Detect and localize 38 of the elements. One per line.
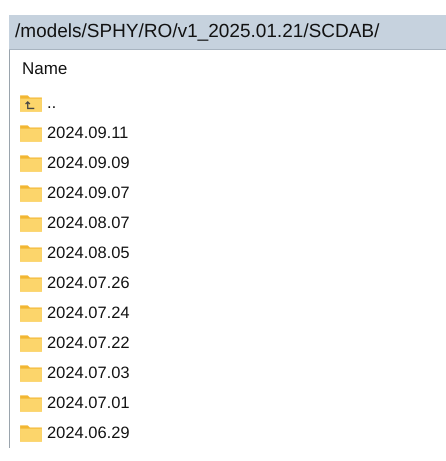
- folder-row[interactable]: 2024.06.29: [16, 418, 446, 448]
- folder-name: 2024.08.07: [47, 214, 130, 232]
- folder-icon: [19, 393, 43, 413]
- folder-row[interactable]: 2024.09.07: [16, 178, 446, 208]
- folder-icon: [19, 273, 43, 293]
- folder-icon: [19, 423, 43, 443]
- column-header[interactable]: Name: [16, 59, 68, 79]
- folder-name: 2024.07.22: [47, 334, 130, 352]
- folder-name: 2024.06.29: [47, 424, 130, 442]
- folder-icon: [19, 123, 43, 143]
- folder-name: 2024.09.11: [47, 124, 128, 142]
- folder-icon: [19, 243, 43, 263]
- folder-row[interactable]: 2024.07.22: [16, 328, 446, 358]
- folder-icon: [19, 153, 43, 173]
- folder-name: 2024.09.09: [47, 154, 130, 172]
- folder-name: 2024.07.24: [47, 304, 130, 322]
- folder-name: 2024.08.05: [47, 244, 130, 262]
- folder-row[interactable]: 2024.07.26: [16, 268, 446, 298]
- folder-name: 2024.09.07: [47, 184, 130, 202]
- folder-icon: [19, 363, 43, 383]
- folder-row[interactable]: 2024.07.03: [16, 358, 446, 388]
- folder-row[interactable]: 2024.09.11: [16, 118, 446, 148]
- folder-icon: [19, 183, 43, 203]
- folder-row[interactable]: 2024.07.24: [16, 298, 446, 328]
- parent-folder-icon: [19, 93, 43, 113]
- folder-row[interactable]: 2024.08.07: [16, 208, 446, 238]
- path-bar: /models/SPHY/RO/v1_2025.01.21/SCDAB/: [9, 15, 446, 50]
- folder-name: 2024.07.26: [47, 274, 130, 292]
- folder-icon: [19, 213, 43, 233]
- folder-icon: [19, 303, 43, 323]
- folder-icon: [19, 333, 43, 353]
- folder-row[interactable]: ..: [16, 88, 446, 118]
- folder-row[interactable]: 2024.09.09: [16, 148, 446, 178]
- folder-name: 2024.07.01: [47, 394, 130, 412]
- folder-row[interactable]: 2024.07.01: [16, 388, 446, 418]
- folder-name: 2024.07.03: [47, 364, 130, 382]
- folder-row[interactable]: 2024.08.05: [16, 238, 446, 268]
- folder-name: ..: [47, 94, 56, 112]
